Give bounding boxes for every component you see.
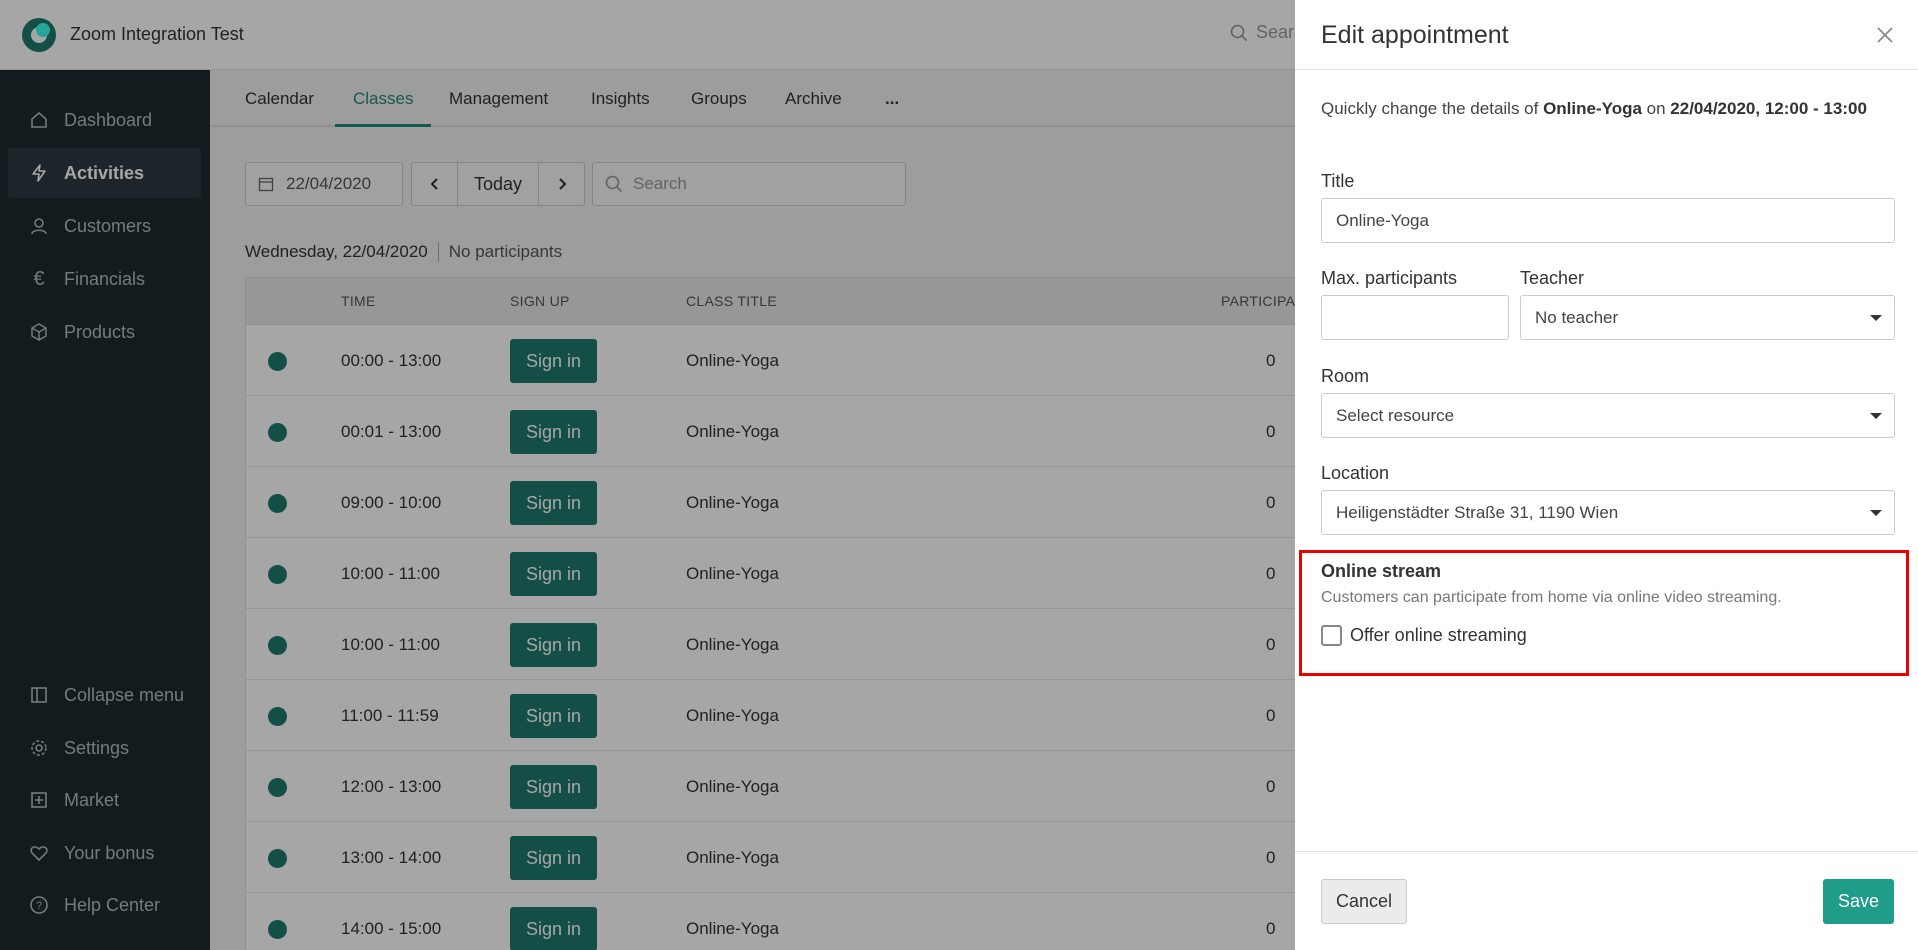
caret-down-icon [1870, 413, 1882, 419]
intro-mid: on [1641, 99, 1671, 118]
drawer-title: Edit appointment [1321, 21, 1509, 49]
title-input-value: Online-Yoga [1336, 210, 1429, 230]
drawer-header: Edit appointment [1295, 0, 1918, 70]
location-select[interactable]: Heiligenstädter Straße 31, 1190 Wien [1321, 490, 1895, 535]
max-participants-input[interactable] [1321, 295, 1509, 340]
room-label: Room [1321, 366, 1370, 386]
teacher-select-value: No teacher [1535, 307, 1619, 327]
intro-date-time: 22/04/2020, 12:00 - 13:00 [1670, 99, 1867, 118]
cancel-button[interactable]: Cancel [1321, 879, 1407, 924]
drawer-footer: Cancel Save [1295, 851, 1918, 950]
intro-class-name: Online-Yoga [1543, 99, 1642, 118]
teacher-select[interactable]: No teacher [1520, 295, 1895, 340]
drawer-intro: Quickly change the details of Online-Yog… [1321, 96, 1881, 122]
edit-appointment-drawer: Edit appointment Quickly change the deta… [1295, 0, 1918, 950]
save-button[interactable]: Save [1823, 879, 1894, 924]
room-select-value: Select resource [1336, 405, 1455, 425]
modal-backdrop[interactable] [0, 0, 1295, 950]
caret-down-icon [1870, 315, 1882, 321]
room-select[interactable]: Select resource [1321, 393, 1895, 438]
close-button[interactable] [1870, 20, 1900, 50]
online-stream-highlight [1299, 550, 1909, 676]
max-participants-label: Max. participants [1321, 268, 1458, 288]
caret-down-icon [1870, 510, 1882, 516]
location-label: Location [1321, 463, 1390, 483]
title-label: Title [1321, 171, 1355, 191]
teacher-label: Teacher [1520, 268, 1585, 288]
title-input[interactable]: Online-Yoga [1321, 198, 1895, 243]
intro-prefix: Quickly change the details of [1321, 99, 1544, 118]
close-icon [1877, 27, 1893, 43]
location-select-value: Heiligenstädter Straße 31, 1190 Wien [1336, 502, 1619, 522]
